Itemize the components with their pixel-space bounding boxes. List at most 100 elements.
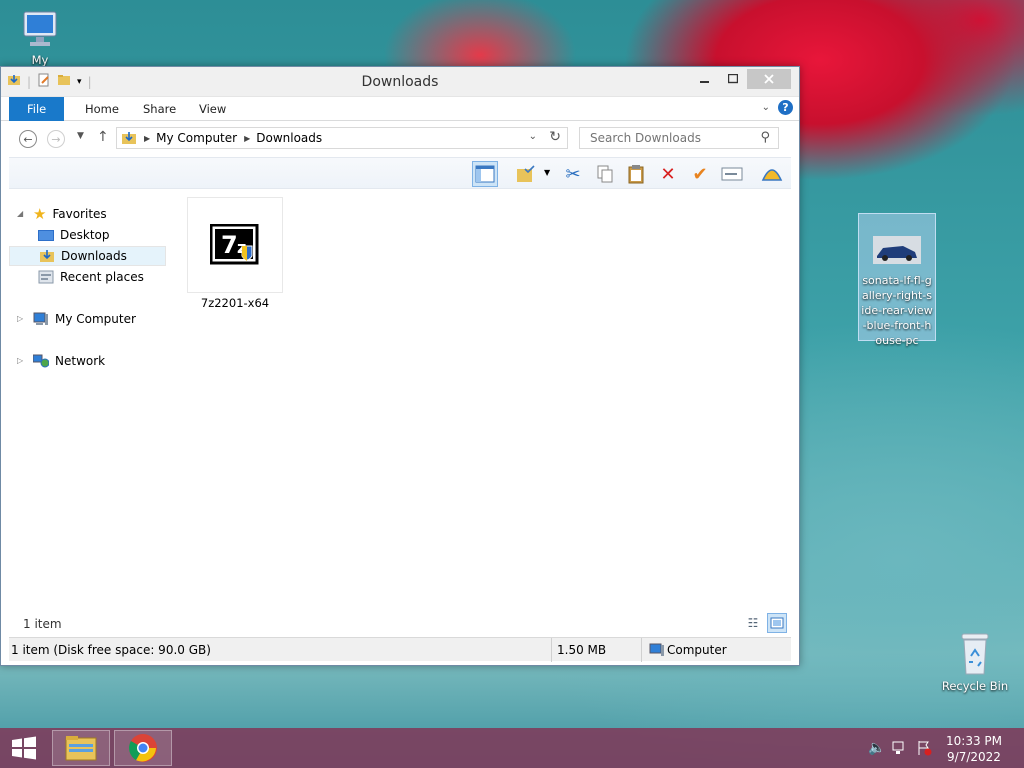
nav-label: Network bbox=[55, 354, 106, 368]
properties-toolbar-button[interactable] bbox=[513, 161, 539, 187]
command-toolbar: ▼ ✂ ✕ ✔ bbox=[9, 157, 791, 189]
preview-pane-button[interactable] bbox=[472, 161, 498, 187]
file-item[interactable]: 7 z 7z2201-x64 bbox=[179, 193, 291, 313]
action-center-icon[interactable] bbox=[916, 740, 932, 759]
select-button[interactable] bbox=[719, 161, 745, 187]
close-button[interactable] bbox=[747, 69, 791, 89]
status-summary: 1 item (Disk free space: 90.0 GB) bbox=[11, 643, 211, 657]
status-location: Computer bbox=[667, 643, 727, 657]
status-divider bbox=[551, 638, 552, 662]
status-size: 1.50 MB bbox=[557, 643, 607, 657]
details-view-button[interactable]: ☷ bbox=[743, 613, 763, 633]
file-list: 7 z 7z2201-x64 bbox=[179, 193, 791, 613]
tab-home[interactable]: Home bbox=[71, 97, 133, 121]
copy-button[interactable] bbox=[592, 161, 618, 187]
details-view-icon: ☷ bbox=[747, 616, 759, 630]
star-icon: ★ bbox=[33, 205, 47, 223]
file-name: 7z2201-x64 bbox=[200, 296, 270, 310]
desktop-icon-label: Recycle Bin bbox=[941, 679, 1009, 693]
network-icon bbox=[33, 354, 49, 368]
downloads-folder-icon bbox=[122, 132, 136, 144]
nav-recent-places[interactable]: Recent places bbox=[38, 267, 144, 287]
desktop-icon-recycle-bin[interactable]: Recycle Bin bbox=[940, 630, 1010, 693]
up-arrow-icon[interactable]: ↑ bbox=[97, 129, 109, 145]
folder-check-icon bbox=[517, 165, 535, 182]
nav-label: Downloads bbox=[61, 249, 127, 263]
large-icons-view-icon bbox=[770, 617, 784, 629]
nav-label: Desktop bbox=[60, 228, 110, 242]
desktop-icon-car-image[interactable]: sonata-lf-fl-gallery-right-side-rear-vie… bbox=[858, 213, 936, 347]
maximize-button[interactable] bbox=[719, 69, 747, 89]
downloads-folder-icon bbox=[40, 250, 54, 262]
recent-locations-icon[interactable]: ▼ bbox=[77, 131, 84, 141]
file-thumbnail[interactable]: 7 z bbox=[187, 197, 283, 293]
back-button[interactable]: ← bbox=[19, 130, 37, 148]
minimize-button[interactable] bbox=[691, 69, 719, 89]
status-divider bbox=[641, 638, 642, 662]
shell-icon bbox=[761, 169, 783, 181]
arrow-left-icon: ← bbox=[23, 132, 33, 146]
explorer-window: | ▾ | Downloads File Home Share View ⌄ ?… bbox=[0, 66, 800, 666]
tab-share[interactable]: Share bbox=[129, 97, 190, 121]
layout-pane-icon bbox=[475, 165, 495, 183]
nav-label: Recent places bbox=[60, 270, 144, 284]
paste-button[interactable] bbox=[623, 161, 649, 187]
recycle-bin-icon bbox=[961, 633, 989, 675]
nav-label: My Computer bbox=[55, 312, 136, 326]
delete-button[interactable]: ✕ bbox=[655, 161, 681, 187]
nav-my-computer[interactable]: ▷ My Computer bbox=[17, 309, 136, 329]
window-title: Downloads bbox=[361, 74, 439, 90]
scissors-icon: ✂ bbox=[565, 163, 581, 185]
forward-button[interactable]: → bbox=[47, 130, 65, 148]
nav-network[interactable]: ▷ Network bbox=[17, 351, 105, 371]
shell-button[interactable] bbox=[759, 161, 785, 187]
computer-icon bbox=[33, 312, 48, 325]
cut-button[interactable]: ✂ bbox=[560, 161, 586, 187]
title-bar[interactable]: | ▾ | Downloads bbox=[1, 67, 799, 97]
expand-arrow-icon[interactable]: ▷ bbox=[17, 351, 27, 371]
clock-time: 10:33 PM bbox=[946, 734, 1002, 748]
search-input[interactable] bbox=[588, 130, 748, 146]
checkmark-icon: ✔ bbox=[692, 163, 708, 185]
clipboard-icon bbox=[628, 165, 644, 184]
tab-file[interactable]: File bbox=[9, 97, 65, 121]
help-icon[interactable]: ? bbox=[778, 100, 793, 115]
collapse-arrow-icon[interactable]: ◢ bbox=[17, 204, 27, 224]
rename-button[interactable]: ✔ bbox=[687, 161, 713, 187]
7zip-installer-icon: 7 z bbox=[210, 224, 259, 265]
address-bar[interactable]: ▶ My Computer ▶ Downloads ⌄ ↻ bbox=[116, 127, 568, 149]
windows-logo-icon bbox=[12, 736, 36, 760]
dropdown-arrow-icon[interactable]: ▼ bbox=[544, 168, 550, 177]
taskbar-file-explorer[interactable] bbox=[52, 730, 110, 766]
search-icon[interactable]: ⚲ bbox=[760, 130, 770, 145]
navigation-pane: ◢ ★ Favorites Desktop Downloads Recent p… bbox=[9, 193, 167, 613]
large-icons-view-button[interactable] bbox=[767, 613, 787, 633]
taskbar-chrome[interactable] bbox=[114, 730, 172, 766]
start-button[interactable] bbox=[0, 730, 48, 766]
system-tray: 🔈 10:33 PM 9/7/2022 bbox=[844, 728, 1024, 768]
copy-icon bbox=[597, 165, 613, 183]
tab-view[interactable]: View bbox=[185, 97, 240, 121]
ribbon-tabs: File Home Share View ⌄ ? bbox=[1, 97, 799, 121]
expand-arrow-icon[interactable]: ▷ bbox=[17, 309, 27, 329]
breadcrumb-separator-icon: ▶ bbox=[144, 133, 151, 143]
item-count-bar: 1 item ☷ bbox=[9, 613, 791, 635]
desktop-icon-label: sonata-lf-fl-gallery-right-side-rear-vie… bbox=[861, 274, 933, 347]
computer-icon bbox=[23, 11, 57, 46]
network-icon[interactable] bbox=[892, 740, 908, 759]
minimize-icon bbox=[700, 81, 709, 83]
breadcrumb-downloads[interactable]: Downloads bbox=[256, 131, 322, 145]
volume-muted-icon[interactable]: 🔈 bbox=[868, 740, 885, 756]
search-box[interactable]: ⚲ bbox=[579, 127, 779, 149]
nav-favorites[interactable]: ◢ ★ Favorites bbox=[17, 204, 107, 224]
nav-downloads[interactable]: Downloads bbox=[9, 246, 166, 266]
nav-desktop[interactable]: Desktop bbox=[38, 225, 110, 245]
clock-date: 9/7/2022 bbox=[947, 750, 1001, 764]
status-bar: 1 item (Disk free space: 90.0 GB) 1.50 M… bbox=[9, 637, 791, 662]
address-dropdown-icon[interactable]: ⌄ bbox=[529, 131, 537, 142]
expand-ribbon-icon[interactable]: ⌄ bbox=[762, 102, 770, 113]
breadcrumb-my-computer[interactable]: My Computer bbox=[156, 131, 237, 145]
maximize-icon bbox=[728, 74, 738, 84]
clock[interactable]: 10:33 PM 9/7/2022 bbox=[944, 733, 1004, 765]
refresh-icon[interactable]: ↻ bbox=[549, 129, 561, 145]
